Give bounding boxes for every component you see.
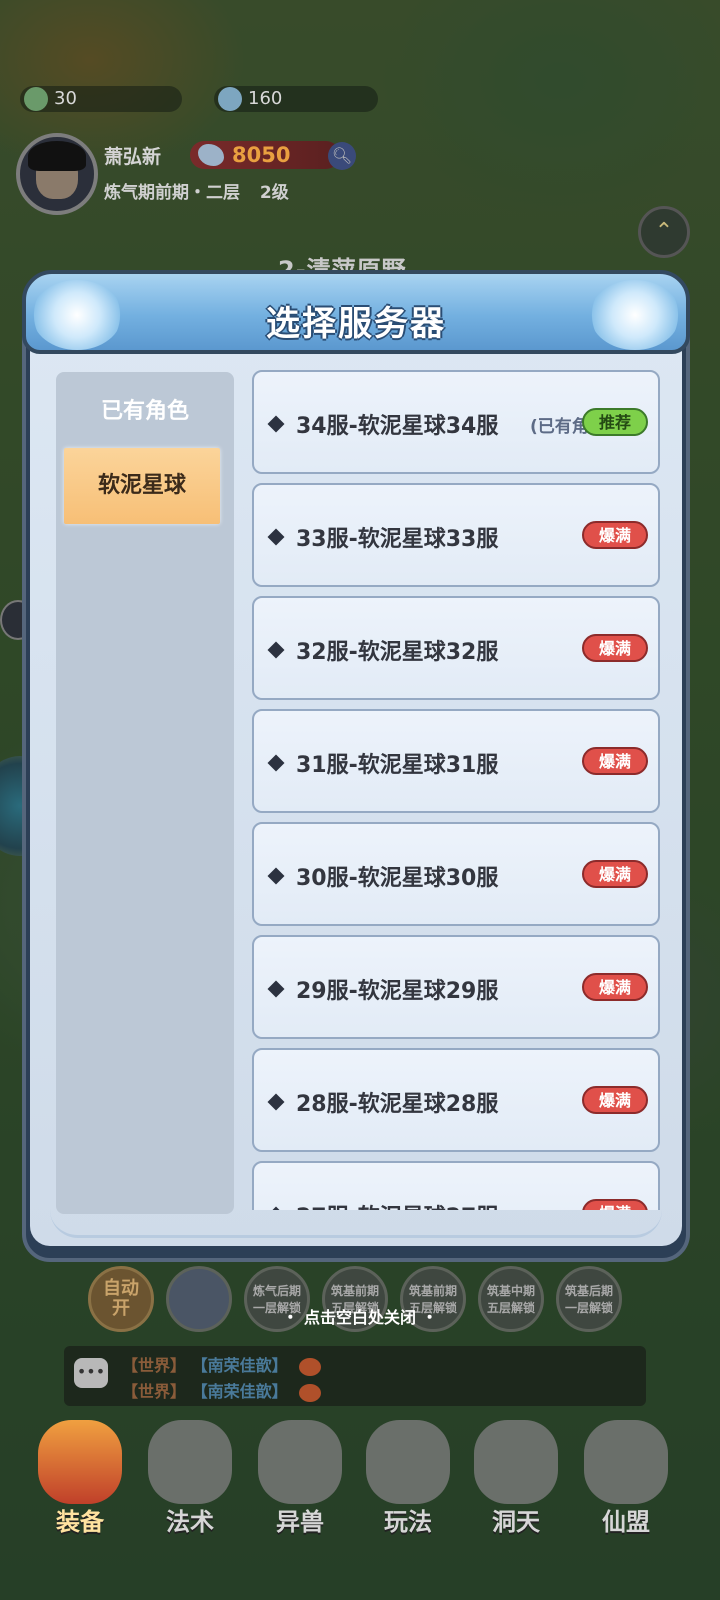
tab-existing-roles[interactable]: 已有角色 xyxy=(56,390,234,434)
bullet-icon xyxy=(267,1093,285,1111)
server-name: 31服-软泥星球31服 xyxy=(296,753,499,778)
dialog-header: 选择服务器 xyxy=(22,270,690,354)
server-group-tabs: 已有角色 软泥星球 xyxy=(56,372,234,1214)
nav-label: 异兽 xyxy=(276,1508,324,1536)
server-item[interactable]: 32服-软泥星球32服 爆满 xyxy=(252,596,660,700)
chat-line: 【世界】 【南荣佳歆】 xyxy=(122,1352,322,1376)
player-name: 萧弘新 xyxy=(104,146,162,168)
server-item[interactable]: 34服-软泥星球34服 (已有角色) 推荐 xyxy=(252,370,660,474)
beast-icon xyxy=(258,1420,342,1504)
gameplay-icon xyxy=(366,1420,450,1504)
chat-sender: 【南荣佳歆】 xyxy=(191,1382,288,1401)
spell-icon xyxy=(148,1420,232,1504)
bullet-icon xyxy=(267,415,285,433)
player-avatar[interactable] xyxy=(16,133,98,215)
status-badge: 爆满 xyxy=(582,747,648,775)
server-list[interactable]: 34服-软泥星球34服 (已有角色) 推荐 33服-软泥星球33服 爆满 32服… xyxy=(252,370,660,1210)
nav-gameplay[interactable]: 玩法 xyxy=(354,1420,462,1544)
chat-bubble-icon[interactable]: ••• xyxy=(74,1358,108,1388)
nav-label: 法术 xyxy=(166,1508,214,1536)
status-badge: 爆满 xyxy=(582,860,648,888)
resource-value: 160 xyxy=(248,88,283,109)
nav-label: 洞天 xyxy=(492,1508,540,1536)
guild-icon xyxy=(584,1420,668,1504)
server-item[interactable]: 28服-软泥星球28服 爆满 xyxy=(252,1048,660,1152)
server-name: 33服-软泥星球33服 xyxy=(296,527,499,552)
server-item[interactable]: 29服-软泥星球29服 爆满 xyxy=(252,935,660,1039)
server-name: 32服-软泥星球32服 xyxy=(296,640,499,665)
chat-line: 【世界】 【南荣佳歆】 xyxy=(122,1378,322,1402)
status-badge: 爆满 xyxy=(582,521,648,549)
bullet-icon xyxy=(267,528,285,546)
chat-sender: 【南荣佳歆】 xyxy=(191,1356,288,1375)
bullet-icon xyxy=(267,867,285,885)
cave-icon xyxy=(474,1420,558,1504)
bullet-icon xyxy=(267,754,285,772)
server-item[interactable]: 27服-软泥星球27服 爆满 xyxy=(252,1161,660,1210)
spirit-stone-icon xyxy=(24,87,48,111)
combat-power-value: 8050 xyxy=(232,143,291,167)
server-item[interactable]: 33服-软泥星球33服 爆满 xyxy=(252,483,660,587)
nav-label: 仙盟 xyxy=(602,1508,650,1536)
close-hint: ・ 点击空白处关闭 ・ xyxy=(282,1308,438,1327)
bullet-icon xyxy=(267,641,285,659)
status-badge: 爆满 xyxy=(582,973,648,1001)
server-name: 28服-软泥星球28服 xyxy=(296,1092,499,1117)
dialog-footer-ornament xyxy=(50,1210,662,1238)
nav-equipment[interactable]: 装备 xyxy=(26,1420,134,1544)
nav-label: 装备 xyxy=(56,1508,104,1536)
tab-soft-mud-planet[interactable]: 软泥星球 xyxy=(64,448,220,524)
status-badge: 爆满 xyxy=(582,1086,648,1114)
nav-guild[interactable]: 仙盟 xyxy=(572,1420,680,1544)
resource-value: 30 xyxy=(54,88,77,109)
cloud-gem-icon xyxy=(218,87,242,111)
status-badge: 爆满 xyxy=(582,1199,648,1210)
status-badge: 推荐 xyxy=(582,408,648,436)
chat-channel: 【世界】 xyxy=(122,1382,187,1401)
equipment-icon xyxy=(38,1420,122,1504)
nav-spells[interactable]: 法术 xyxy=(136,1420,244,1544)
combat-power: 8050 xyxy=(190,141,340,169)
nav-cave[interactable]: 洞天 xyxy=(462,1420,570,1544)
resource-cloud-gem: 160 xyxy=(214,86,378,112)
emoji-icon xyxy=(299,1357,322,1376)
wing-icon xyxy=(198,144,224,166)
dialog-title: 选择服务器 xyxy=(266,304,446,344)
server-item[interactable]: 31服-软泥星球31服 爆满 xyxy=(252,709,660,813)
server-item[interactable]: 30服-软泥星球30服 爆满 xyxy=(252,822,660,926)
nav-beasts[interactable]: 异兽 xyxy=(246,1420,354,1544)
player-level: 2级 xyxy=(259,183,289,203)
player-realm: 炼气期前期・二层 2级 xyxy=(104,178,289,203)
status-badge: 爆满 xyxy=(582,634,648,662)
avatar-hair xyxy=(28,141,86,171)
resource-spirit-stone: 30 xyxy=(20,86,182,112)
nav-label: 玩法 xyxy=(384,1508,432,1536)
collapse-up-icon[interactable]: ⌃ xyxy=(638,206,690,258)
bottom-nav: 装备 法术 异兽 玩法 洞天 仙盟 xyxy=(0,1416,720,1600)
emoji-icon xyxy=(299,1383,322,1402)
server-name: 34服-软泥星球34服 xyxy=(296,414,499,439)
chat-channel: 【世界】 xyxy=(122,1356,187,1375)
server-note: (已有角色) xyxy=(530,417,590,437)
server-select-dialog: 选择服务器 已有角色 软泥星球 34服-软泥星球34服 (已有角色) 推荐 33… xyxy=(22,270,690,1262)
search-icon[interactable]: 🔍︎ xyxy=(328,142,356,170)
server-name: 30服-软泥星球30服 xyxy=(296,866,499,891)
bullet-icon xyxy=(267,980,285,998)
server-name: 29服-软泥星球29服 xyxy=(296,979,499,1004)
server-name: 27服-软泥星球27服 xyxy=(296,1199,498,1210)
bullet-icon xyxy=(267,1206,285,1210)
realm-text: 炼气期前期・二层 xyxy=(104,183,240,203)
chat-box[interactable]: ••• 【世界】 【南荣佳歆】 【世界】 【南荣佳歆】 xyxy=(64,1346,646,1406)
